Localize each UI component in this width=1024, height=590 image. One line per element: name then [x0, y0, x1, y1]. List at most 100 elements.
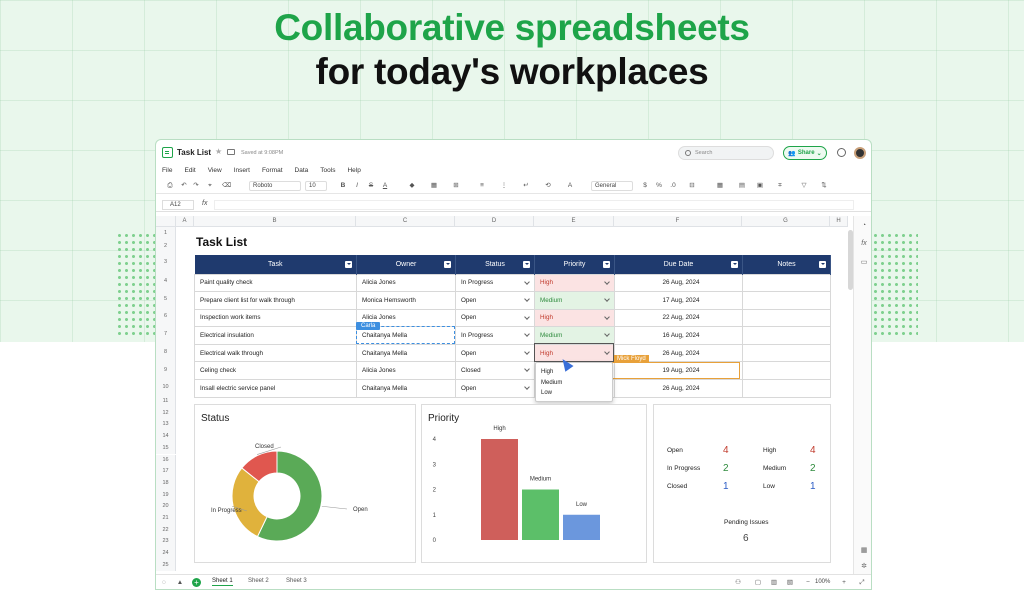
- filter-dropdown-icon[interactable]: [444, 261, 451, 268]
- menu-tools[interactable]: Tools: [320, 164, 335, 177]
- text-color-icon[interactable]: A: [381, 181, 389, 191]
- status-cell[interactable]: Open: [455, 379, 535, 398]
- due-date-cell[interactable]: 26 Aug, 2024: [614, 273, 743, 293]
- priority-cell[interactable]: High: [534, 308, 615, 328]
- dropdown-option-medium[interactable]: Medium: [536, 378, 612, 389]
- notes-cell[interactable]: [742, 343, 831, 363]
- owner-cell[interactable]: Monica Hemsworth: [356, 291, 456, 310]
- row-header[interactable]: 19: [156, 489, 176, 502]
- bar-low[interactable]: [563, 514, 600, 540]
- owner-cell[interactable]: Alicia Jones: [356, 273, 456, 293]
- row-header[interactable]: 6: [156, 308, 176, 325]
- task-cell[interactable]: Electrical insulation: [194, 326, 357, 345]
- status-cell[interactable]: Open: [455, 308, 535, 328]
- menu-view[interactable]: View: [208, 164, 222, 177]
- due-date-cell[interactable]: 26 Aug, 2024: [614, 379, 743, 398]
- zoom-in-icon[interactable]: +: [840, 578, 848, 588]
- bar-medium[interactable]: [522, 489, 559, 541]
- name-box[interactable]: A12: [162, 200, 194, 210]
- row-header[interactable]: 23: [156, 536, 176, 549]
- chevron-down-icon[interactable]: [524, 366, 530, 373]
- notes-cell[interactable]: [742, 326, 831, 345]
- row-header[interactable]: 13: [156, 419, 176, 432]
- column-header-f[interactable]: F: [614, 216, 742, 227]
- font-size-select[interactable]: 10: [305, 181, 327, 191]
- chevron-down-icon[interactable]: [524, 349, 530, 355]
- owner-cell[interactable]: Alicia Jones: [356, 361, 456, 381]
- bold-icon[interactable]: B: [339, 181, 347, 191]
- text-direction-icon[interactable]: A: [566, 181, 574, 191]
- due-date-cell[interactable]: 16 Aug, 2024: [614, 326, 743, 345]
- notes-cell[interactable]: [742, 273, 831, 293]
- number-format-select[interactable]: General: [591, 181, 633, 191]
- status-cell[interactable]: Open: [455, 343, 535, 363]
- filter-dropdown-icon[interactable]: [603, 261, 610, 268]
- menu-file[interactable]: File: [162, 164, 172, 177]
- row-header[interactable]: 22: [156, 524, 176, 537]
- priority-cell[interactable]: Medium: [534, 326, 615, 345]
- row-header[interactable]: 25: [156, 559, 176, 572]
- avatar[interactable]: [854, 147, 866, 159]
- row-header[interactable]: 3: [156, 253, 176, 272]
- corner-cell[interactable]: [156, 216, 176, 227]
- filter-dropdown-icon[interactable]: [345, 261, 352, 268]
- row-header[interactable]: 18: [156, 477, 176, 490]
- tab-sheet-3[interactable]: Sheet 3: [286, 578, 307, 584]
- row-header[interactable]: 10: [156, 379, 176, 396]
- redo-icon[interactable]: ↷: [192, 181, 200, 191]
- italic-icon[interactable]: I: [353, 181, 361, 191]
- task-cell[interactable]: Paint quality check: [194, 273, 357, 293]
- due-date-cell[interactable]: 22 Aug, 2024: [614, 308, 743, 328]
- menu-insert[interactable]: Insert: [234, 164, 250, 177]
- column-header-g[interactable]: G: [742, 216, 830, 227]
- share-button[interactable]: 👥 Share ⌄: [783, 146, 827, 160]
- view-break-icon[interactable]: ▧: [786, 578, 794, 588]
- chevron-down-icon[interactable]: [604, 313, 610, 320]
- decimal-icon[interactable]: .0: [669, 181, 677, 191]
- row-header[interactable]: 17: [156, 466, 176, 478]
- add-sheet-button[interactable]: +: [192, 578, 201, 587]
- task-cell[interactable]: Insall electric service panel: [194, 379, 357, 398]
- function-icon[interactable]: fx: [859, 240, 869, 247]
- status-chart-card[interactable]: Status Open In Progress Closed: [194, 404, 416, 563]
- priority-chart-card[interactable]: Priority 0 1 2 3 4 High Medium Low: [421, 404, 647, 563]
- history-icon[interactable]: [837, 148, 846, 157]
- column-header-b[interactable]: B: [194, 216, 356, 227]
- doc-title[interactable]: Task List: [177, 148, 211, 157]
- owner-cell[interactable]: Chaitanya Mella: [356, 343, 456, 363]
- undo-icon[interactable]: ↶: [180, 181, 188, 191]
- notes-cell[interactable]: [742, 361, 831, 381]
- view-normal-icon[interactable]: ▢: [754, 578, 762, 588]
- header-due-date[interactable]: Due Date: [614, 255, 743, 274]
- status-cell[interactable]: In Progress: [455, 273, 535, 293]
- view-layout-icon[interactable]: ▥: [770, 578, 778, 588]
- status-cell[interactable]: Open: [455, 291, 535, 310]
- clear-format-icon[interactable]: ⌫: [222, 181, 231, 191]
- header-priority[interactable]: Priority: [534, 255, 615, 274]
- status-cell[interactable]: Closed: [455, 361, 535, 381]
- row-header[interactable]: 9: [156, 361, 176, 379]
- owner-cell[interactable]: Chaitanya Mella: [356, 379, 456, 398]
- chevron-down-icon[interactable]: [524, 313, 530, 320]
- column-header-e[interactable]: E: [534, 216, 614, 227]
- percent-icon[interactable]: %: [655, 181, 663, 191]
- chevron-down-icon[interactable]: [604, 296, 610, 302]
- comment-icon[interactable]: ▭: [859, 258, 869, 266]
- align-middle-icon[interactable]: ⋮: [500, 181, 508, 191]
- column-header-d[interactable]: D: [455, 216, 534, 227]
- chevron-down-icon[interactable]: [604, 331, 610, 338]
- column-header-a[interactable]: A: [176, 216, 194, 227]
- bar-high[interactable]: [481, 439, 518, 540]
- row-header[interactable]: 8: [156, 343, 176, 361]
- notes-cell[interactable]: [742, 308, 831, 328]
- chevron-down-icon[interactable]: [524, 296, 530, 302]
- wrap-icon[interactable]: ↵: [522, 181, 530, 191]
- column-header-c[interactable]: C: [356, 216, 455, 227]
- row-header[interactable]: 15: [156, 442, 176, 455]
- image-icon[interactable]: ▣: [756, 181, 764, 191]
- row-header[interactable]: 5: [156, 290, 176, 308]
- ask-icon[interactable]: ◔: [859, 222, 869, 229]
- strikethrough-icon[interactable]: S: [367, 181, 375, 191]
- table-icon[interactable]: ▦: [716, 181, 724, 191]
- column-header-h[interactable]: H: [830, 216, 848, 227]
